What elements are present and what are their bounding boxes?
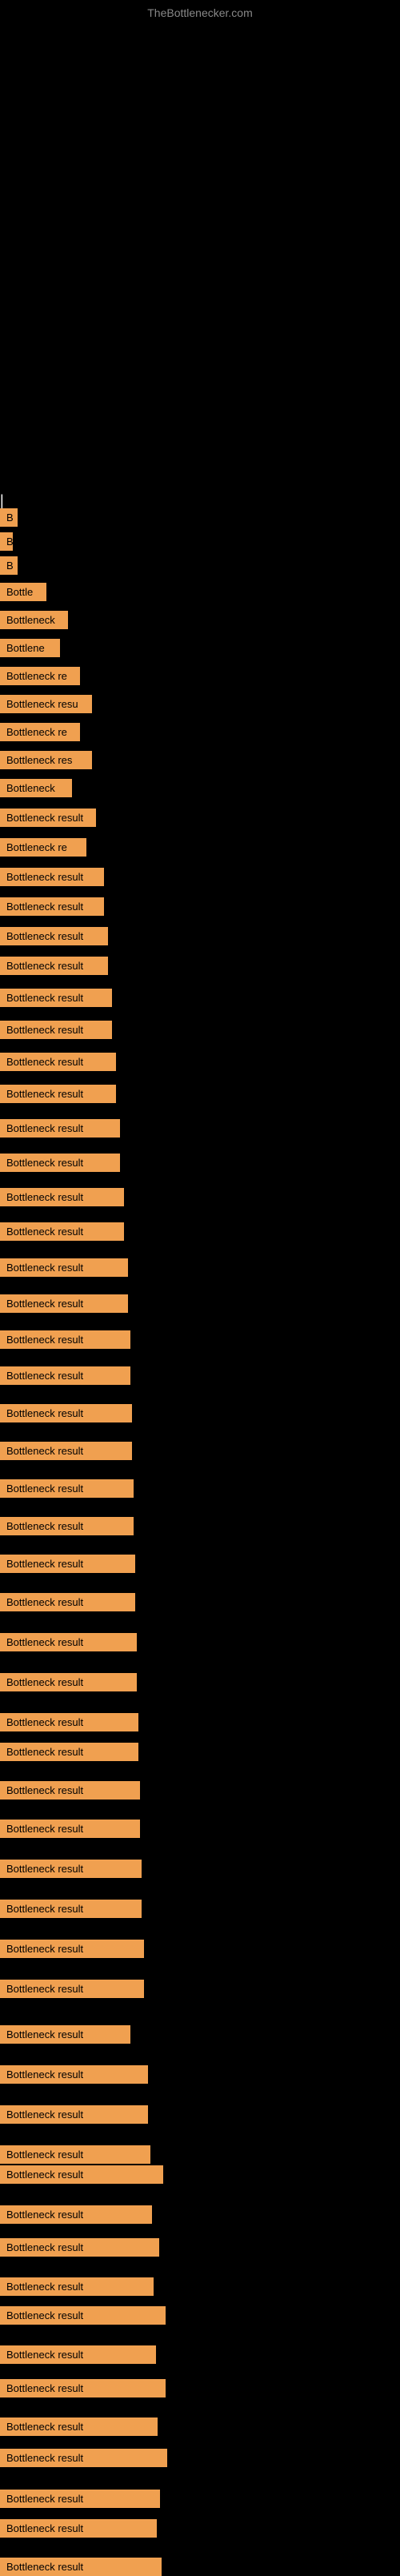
bottleneck-item[interactable]: Bottleneck result bbox=[0, 2145, 150, 2164]
bottleneck-item[interactable]: Bottleneck resu bbox=[0, 695, 92, 713]
bottleneck-item[interactable]: Bottleneck result bbox=[0, 2345, 156, 2364]
bottleneck-item[interactable]: Bottleneck result bbox=[0, 868, 104, 886]
bottleneck-item[interactable]: Bottleneck result bbox=[0, 1442, 132, 1460]
bottleneck-item[interactable]: Bottleneck result bbox=[0, 2205, 152, 2224]
bottleneck-item[interactable]: Bottleneck result bbox=[0, 2418, 158, 2436]
bottleneck-item[interactable]: Bottleneck result bbox=[0, 1222, 124, 1241]
bottleneck-item[interactable]: Bottleneck result bbox=[0, 2105, 148, 2124]
cursor: | bbox=[0, 492, 4, 509]
bottleneck-item[interactable]: Bottleneck result bbox=[0, 1366, 130, 1385]
bottleneck-item[interactable]: Bottleneck result bbox=[0, 1188, 124, 1206]
bottleneck-item[interactable]: Bottleneck result bbox=[0, 2558, 162, 2576]
bottleneck-item[interactable]: B bbox=[0, 508, 18, 527]
bottleneck-item[interactable]: Bottleneck result bbox=[0, 2238, 159, 2257]
bottleneck-item[interactable]: Bottleneck result bbox=[0, 1555, 135, 1573]
bottleneck-item[interactable]: Bottleneck result bbox=[0, 1479, 134, 1498]
bottleneck-item[interactable]: Bottleneck result bbox=[0, 2306, 166, 2325]
bottleneck-item[interactable]: Bottleneck result bbox=[0, 1085, 116, 1103]
bottleneck-item[interactable]: Bottleneck result bbox=[0, 1593, 135, 1611]
bottleneck-item[interactable]: Bottleneck bbox=[0, 611, 68, 629]
bottleneck-item[interactable]: B bbox=[0, 556, 18, 575]
bottleneck-item[interactable]: Bottleneck result bbox=[0, 1154, 120, 1172]
bottleneck-item[interactable]: Bottleneck result bbox=[0, 927, 108, 945]
bottleneck-item[interactable]: Bottleneck result bbox=[0, 1294, 128, 1313]
bottleneck-item[interactable]: Bottleneck result bbox=[0, 2379, 166, 2397]
bottleneck-item[interactable]: Bottleneck result bbox=[0, 1820, 140, 1838]
bottleneck-item[interactable]: Bottleneck result bbox=[0, 1743, 138, 1761]
bottleneck-item[interactable]: Bottleneck re bbox=[0, 838, 86, 857]
bottleneck-item[interactable]: Bottleneck result bbox=[0, 957, 108, 975]
bottleneck-item[interactable]: B bbox=[0, 532, 13, 551]
bottleneck-item[interactable]: Bottleneck result bbox=[0, 1900, 142, 1918]
bottleneck-item[interactable]: Bottleneck result bbox=[0, 1980, 144, 1998]
main-content: TheBottlenecker.com | BBBBottleBottlenec… bbox=[0, 0, 400, 2562]
bottleneck-item[interactable]: Bottleneck result bbox=[0, 1781, 140, 1800]
bottleneck-item[interactable]: Bottleneck bbox=[0, 779, 72, 797]
bottleneck-item[interactable]: Bottleneck result bbox=[0, 1673, 137, 1691]
bottleneck-item[interactable]: Bottleneck re bbox=[0, 723, 80, 741]
bottleneck-item[interactable]: Bottle bbox=[0, 583, 46, 601]
bottleneck-item[interactable]: Bottleneck result bbox=[0, 1633, 137, 1651]
bottleneck-item[interactable]: Bottleneck result bbox=[0, 2025, 130, 2044]
bottleneck-item[interactable]: Bottleneck result bbox=[0, 809, 96, 827]
bottleneck-item[interactable]: Bottleneck result bbox=[0, 1940, 144, 1958]
bottleneck-item[interactable]: Bottleneck result bbox=[0, 2519, 157, 2538]
bottleneck-item[interactable]: Bottleneck result bbox=[0, 2065, 148, 2084]
bottleneck-item[interactable]: Bottleneck result bbox=[0, 897, 104, 916]
bottleneck-item[interactable]: Bottleneck result bbox=[0, 2449, 167, 2467]
bottleneck-item[interactable]: Bottleneck result bbox=[0, 1713, 138, 1731]
bottleneck-item[interactable]: Bottleneck result bbox=[0, 1517, 134, 1535]
bottleneck-item[interactable]: Bottleneck result bbox=[0, 2165, 163, 2184]
bottleneck-item[interactable]: Bottleneck result bbox=[0, 1258, 128, 1277]
bottleneck-item[interactable]: Bottleneck re bbox=[0, 667, 80, 685]
bottleneck-item[interactable]: Bottleneck result bbox=[0, 1330, 130, 1349]
bottleneck-item[interactable]: Bottleneck result bbox=[0, 2490, 160, 2508]
bottleneck-item[interactable]: Bottleneck result bbox=[0, 1404, 132, 1422]
bottleneck-item[interactable]: Bottleneck result bbox=[0, 1053, 116, 1071]
bottleneck-item[interactable]: Bottleneck result bbox=[0, 2277, 154, 2296]
site-title: TheBottlenecker.com bbox=[0, 0, 400, 26]
bottleneck-item[interactable]: Bottleneck result bbox=[0, 989, 112, 1007]
bottleneck-item[interactable]: Bottleneck result bbox=[0, 1860, 142, 1878]
bottleneck-item[interactable]: Bottleneck res bbox=[0, 751, 92, 769]
bottleneck-item[interactable]: Bottleneck result bbox=[0, 1021, 112, 1039]
bottleneck-item[interactable]: Bottlene bbox=[0, 639, 60, 657]
bottleneck-item[interactable]: Bottleneck result bbox=[0, 1119, 120, 1138]
